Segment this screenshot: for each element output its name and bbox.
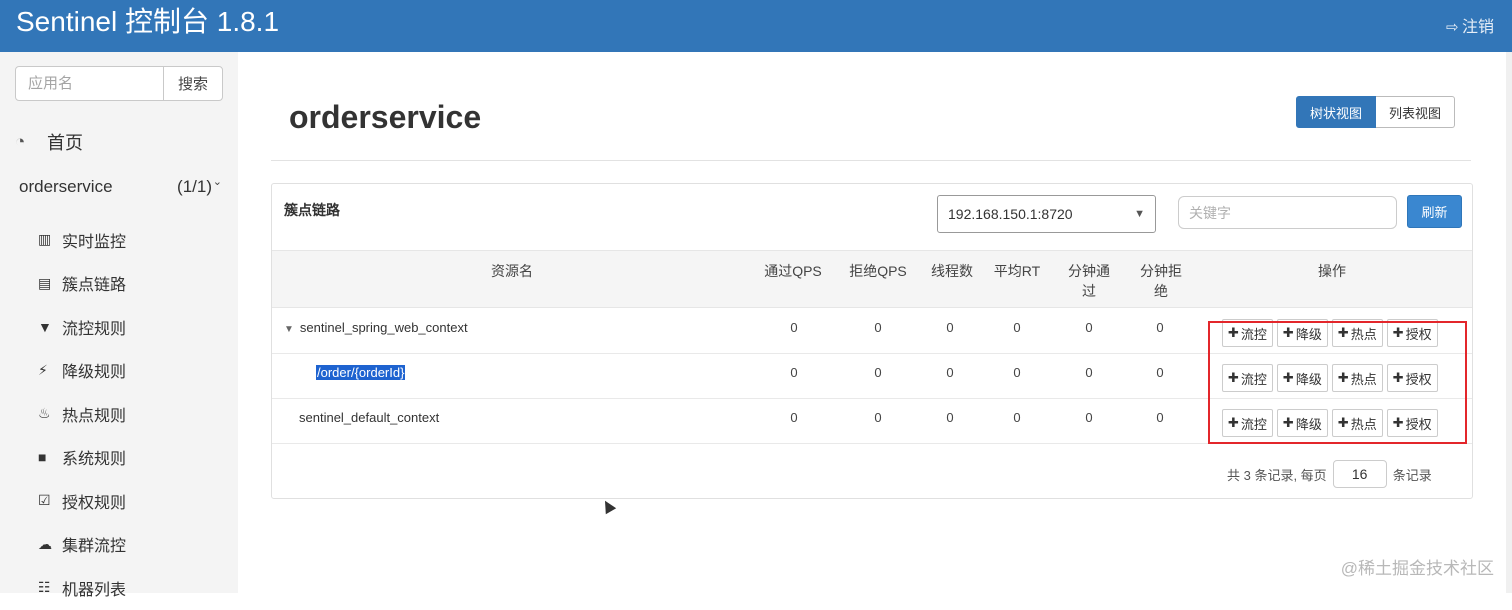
th-list-icon: ☷ [38,579,62,596]
column-header: 拒绝QPS [842,261,914,281]
list-alt-icon: ▤ [38,275,62,292]
home-label: 首页 [47,129,83,155]
column-header: 平均RT [987,261,1047,281]
minute-block: 0 [1140,320,1180,335]
lock-icon: ■ [38,449,62,465]
sidebar-item-machine-list[interactable]: ☷ 机器列表 [38,566,228,610]
bar-chart-icon: ▥ [38,231,62,248]
column-header: 操作 [1302,261,1362,281]
app-machine-count: (1/1) [177,177,212,197]
minute-pass: 0 [1069,320,1109,335]
app-name: orderservice [19,177,113,196]
column-header: 分钟拒 绝 [1134,261,1188,301]
main-content: orderservice 树状视图 列表视图 簇点链路 192.168.150.… [238,52,1512,593]
pass-qps: 0 [774,365,814,380]
sidebar-item-flow-rules[interactable]: ▼ 流控规则 [38,305,228,349]
minute-block: 0 [1140,410,1180,425]
resource-name[interactable]: ▼sentinel_spring_web_context [284,320,468,335]
pager-suffix: 条记录 [1393,465,1432,484]
chevron-down-icon: ⌄ [213,175,222,188]
fire-icon: ♨ [38,405,62,422]
sidebar-item-label: 授权规则 [62,489,126,513]
tab-tree-view[interactable]: 树状视图 [1296,96,1376,128]
cloud-icon: ☁ [38,536,62,553]
sidebar-item-label: 系统规则 [62,445,126,469]
thread-count: 0 [930,410,970,425]
avg-rt: 0 [997,410,1037,425]
column-header: 资源名 [472,261,552,281]
panel-title: 簇点链路 [284,200,340,220]
bolt-icon: ⚡ [38,362,62,379]
search-button[interactable]: 搜索 [163,66,223,101]
sidebar-app-orderservice[interactable]: orderservice (1/1) ⌄ [19,177,224,201]
logout-link[interactable]: ⇨注销 [1446,13,1494,37]
sidebar-item-label: 实时监控 [62,228,126,252]
sign-out-icon: ⇨ [1446,18,1462,36]
check-square-icon: ☑ [38,492,62,509]
app-title: Sentinel 控制台 1.8.1 [16,4,279,40]
sidebar-item-label: 集群流控 [62,532,126,556]
sidebar-item-degrade-rules[interactable]: ⚡ 降级规则 [38,349,228,393]
collapse-toggle-icon[interactable]: ▼ [284,324,294,335]
block-qps: 0 [858,320,898,335]
thread-count: 0 [930,365,970,380]
app-search: 搜索 [15,66,223,101]
sidebar-item-system-rules[interactable]: ■ 系统规则 [38,436,228,480]
page-size-input[interactable]: 16 [1333,460,1387,488]
sidebar-item-home[interactable]: ◔ 首页 [15,128,83,156]
page-title: orderservice [289,99,481,136]
sidebar-item-cluster-point-link[interactable]: ▤ 簇点链路 [38,262,228,306]
sidebar-item-authority-rules[interactable]: ☑ 授权规则 [38,479,228,523]
sidebar-item-label: 热点规则 [62,402,126,426]
sidebar: 搜索 ◔ 首页 orderservice (1/1) ⌄ ▥ 实时监控 ▤ 簇点… [0,52,238,593]
machine-select-value: 192.168.150.1:8720 [948,206,1073,222]
sidebar-item-label: 机器列表 [62,576,126,600]
pager-prefix: 共 3 条记录, 每页 [1227,465,1327,484]
view-toggle: 树状视图 列表视图 [1296,96,1455,128]
table-header: 资源名 通过QPS 拒绝QPS 线程数 平均RT 分钟通 过 分钟拒 绝 操作 [272,250,1472,308]
minute-pass: 0 [1069,365,1109,380]
caret-down-icon: ▼ [1134,208,1145,220]
sidebar-item-cluster-flow[interactable]: ☁ 集群流控 [38,523,228,567]
column-header: 分钟通 过 [1062,261,1116,301]
refresh-button[interactable]: 刷新 [1407,195,1462,228]
keyword-input[interactable] [1178,196,1397,229]
minute-pass: 0 [1069,410,1109,425]
sidebar-item-realtime-monitor[interactable]: ▥ 实时监控 [38,218,228,262]
divider [271,160,1471,161]
machine-select[interactable]: 192.168.150.1:8720 ▼ [937,195,1156,233]
filter-icon: ▼ [38,319,62,335]
avg-rt: 0 [997,365,1037,380]
pagination: 共 3 条记录, 每页 16 条记录 [1227,460,1432,488]
resource-name[interactable]: /order/{orderId} [316,365,405,380]
logout-label: 注销 [1462,19,1494,36]
watermark: @稀土掘金技术社区 [1341,554,1494,579]
scrollbar[interactable] [1506,52,1512,593]
top-navbar: Sentinel 控制台 1.8.1 ⇨注销 [0,0,1512,52]
pass-qps: 0 [774,410,814,425]
sidebar-submenu: ▥ 实时监控 ▤ 簇点链路 ▼ 流控规则 ⚡ 降级规则 ♨ 热点规则 ■ 系统规… [38,218,228,610]
sidebar-item-label: 降级规则 [62,358,126,382]
minute-block: 0 [1140,365,1180,380]
sidebar-item-label: 簇点链路 [62,271,126,295]
column-header: 通过QPS [758,261,828,281]
resource-panel: 簇点链路 192.168.150.1:8720 ▼ 刷新 资源名 通过QPS 拒… [271,183,1473,499]
app-search-input[interactable] [15,66,164,101]
avg-rt: 0 [997,320,1037,335]
pass-qps: 0 [774,320,814,335]
dashboard-icon: ◔ [15,132,47,152]
block-qps: 0 [858,365,898,380]
annotation-highlight-box [1208,321,1467,444]
column-header: 线程数 [924,261,980,281]
block-qps: 0 [858,410,898,425]
thread-count: 0 [930,320,970,335]
sidebar-item-label: 流控规则 [62,315,126,339]
tab-list-view[interactable]: 列表视图 [1376,96,1455,128]
sidebar-item-hotspot-rules[interactable]: ♨ 热点规则 [38,392,228,436]
resource-name[interactable]: sentinel_default_context [299,410,439,425]
